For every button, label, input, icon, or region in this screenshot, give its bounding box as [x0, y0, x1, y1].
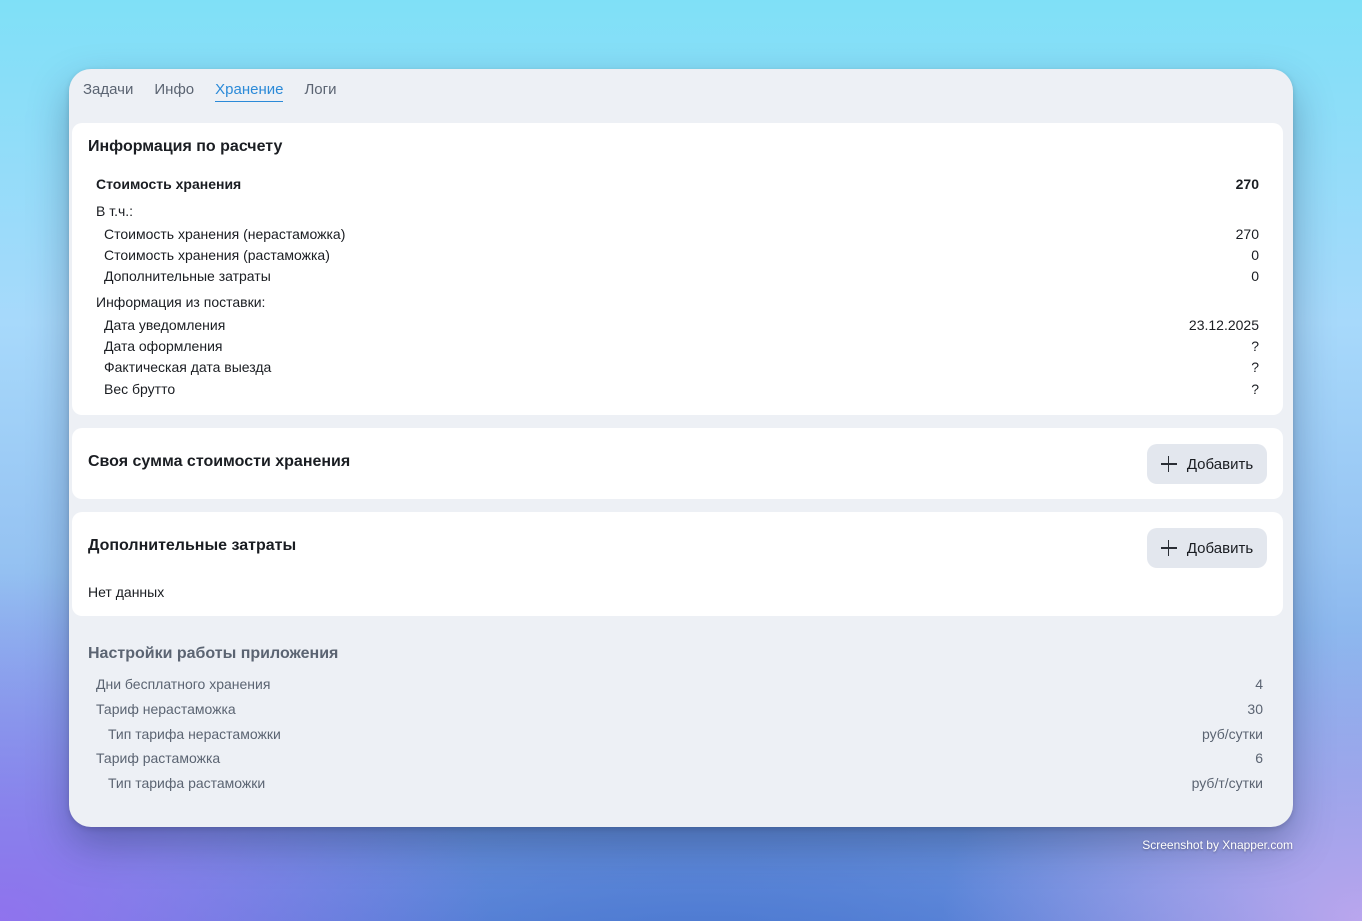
settings-title: Настройки работы приложения — [88, 645, 339, 662]
free-days-row: Дни бесплатного хранения 4 — [96, 676, 1263, 692]
including-label: В т.ч.: — [96, 203, 134, 219]
tab-tasks[interactable]: Задачи — [83, 81, 133, 102]
customs-cost-value: 0 — [1251, 247, 1259, 263]
tab-bar: Задачи Инфо Хранение Логи — [83, 81, 337, 102]
tariff-customs-type-row: Тип тарифа растаможки руб/т/сутки — [108, 775, 1263, 791]
tariff-non-customs-row: Тариф нерастаможка 30 — [96, 701, 1263, 717]
customs-cost-label: Стоимость хранения (растаможка) — [104, 247, 330, 263]
processing-date-row: Дата оформления ? — [104, 338, 1259, 354]
calculation-info-card: Информация по расчету Стоимость хранения… — [72, 123, 1283, 415]
tariff-non-customs-type-value: руб/сутки — [1201, 726, 1263, 742]
tariff-customs-type-label: Тип тарифа растаможки — [108, 775, 266, 791]
tariff-customs-row: Тариф растаможка 6 — [96, 750, 1263, 766]
storage-cost-row: Стоимость хранения 270 — [96, 176, 1259, 192]
app-window: Задачи Инфо Хранение Логи Информация по … — [69, 69, 1293, 827]
empty-state-text: Нет данных — [88, 584, 165, 600]
customs-cost-row: Стоимость хранения (растаможка) 0 — [104, 247, 1259, 263]
delivery-info-label: Информация из поставки: — [96, 294, 266, 310]
non-customs-cost-value: 270 — [1235, 226, 1259, 242]
add-custom-sum-label: Добавить — [1186, 455, 1254, 473]
tariff-customs-label: Тариф растаможка — [96, 750, 221, 766]
storage-cost-label: Стоимость хранения — [96, 176, 242, 192]
storage-cost-value: 270 — [1235, 176, 1259, 192]
extra-cost-value: 0 — [1251, 268, 1259, 284]
gross-weight-value: ? — [1251, 381, 1259, 397]
non-customs-cost-row: Стоимость хранения (нерастаможка) 270 — [104, 226, 1259, 242]
custom-sum-title: Своя сумма стоимости хранения — [88, 453, 351, 470]
processing-date-label: Дата оформления — [104, 338, 223, 354]
extra-costs-card: Дополнительные затраты Добавить Нет данн… — [72, 512, 1283, 616]
custom-sum-card: Своя сумма стоимости хранения Добавить — [72, 428, 1283, 499]
notify-date-label: Дата уведомления — [104, 317, 226, 333]
notify-date-row: Дата уведомления 23.12.2025 — [104, 317, 1259, 333]
extra-cost-label: Дополнительные затраты — [104, 268, 271, 284]
gross-weight-row: Вес брутто ? — [104, 381, 1259, 397]
add-custom-sum-button[interactable]: Добавить — [1147, 444, 1267, 484]
departure-date-label: Фактическая дата выезда — [104, 359, 272, 375]
extra-costs-title: Дополнительные затраты — [88, 537, 297, 554]
calculation-info-title: Информация по расчету — [88, 138, 283, 155]
add-extra-cost-button[interactable]: Добавить — [1147, 528, 1267, 568]
tab-storage[interactable]: Хранение — [215, 81, 284, 102]
non-customs-cost-label: Стоимость хранения (нерастаможка) — [104, 226, 346, 242]
plus-icon — [1160, 456, 1177, 472]
free-days-label: Дни бесплатного хранения — [96, 676, 271, 692]
tab-info[interactable]: Инфо — [154, 81, 194, 102]
plus-icon — [1160, 540, 1177, 556]
departure-date-value: ? — [1251, 359, 1259, 375]
tariff-non-customs-value: 30 — [1247, 701, 1263, 717]
free-days-value: 4 — [1255, 676, 1263, 692]
tariff-customs-type-value: руб/т/сутки — [1191, 775, 1263, 791]
processing-date-value: ? — [1251, 338, 1259, 354]
tariff-non-customs-type-label: Тип тарифа нерастаможки — [108, 726, 281, 742]
gross-weight-label: Вес брутто — [104, 381, 176, 397]
departure-date-row: Фактическая дата выезда ? — [104, 359, 1259, 375]
tariff-customs-value: 6 — [1255, 750, 1263, 766]
watermark: Screenshot by Xnapper.com — [1142, 838, 1293, 852]
notify-date-value: 23.12.2025 — [1188, 317, 1259, 333]
add-extra-cost-label: Добавить — [1186, 539, 1254, 557]
tariff-non-customs-type-row: Тип тарифа нерастаможки руб/сутки — [108, 726, 1263, 742]
tariff-non-customs-label: Тариф нерастаможка — [96, 701, 236, 717]
extra-cost-row: Дополнительные затраты 0 — [104, 268, 1259, 284]
tab-logs[interactable]: Логи — [304, 81, 336, 102]
